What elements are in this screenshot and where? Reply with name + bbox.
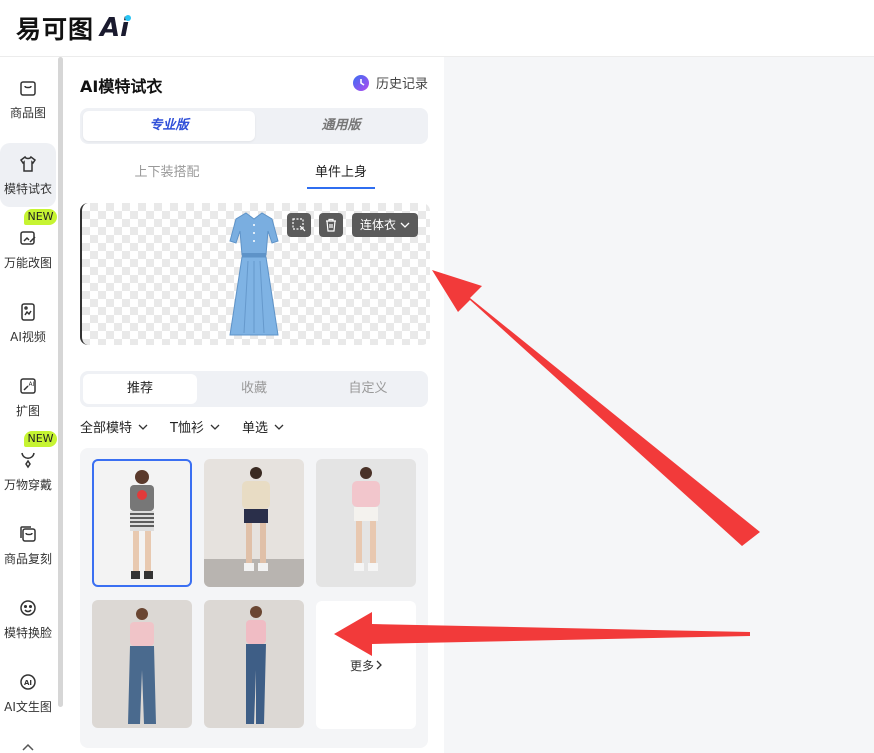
sidebar-item-label: 模特试衣 [3,181,52,196]
tab-recommended[interactable]: 推荐 [83,374,197,404]
copy-bag-icon [20,525,36,542]
sidebar-item-label: 商品图 [9,105,46,120]
sidebar-item-label: AI文生图 [4,699,52,714]
sidebar-item-product-image[interactable]: 商品图 [0,67,56,131]
garment-upload-area[interactable]: 连体衣 [80,203,430,345]
more-models-button[interactable]: 更多 [316,601,416,729]
panel-title: AI模特试衣 [80,77,163,96]
delete-button[interactable] [319,213,343,237]
version-tabs: 专业版 通用版 [80,108,428,144]
tryon-panel: AI模特试衣 历史记录 专业版 通用版 上下装搭配 单件上身 连体衣 推荐 收藏… [64,57,444,753]
filter-selection-mode[interactable]: 单选 [242,417,284,436]
necklace-icon [21,452,35,468]
tab-favorites[interactable]: 收藏 [197,374,311,404]
ai-circle-icon: AI [20,673,36,690]
model-filters: 全部模特 T恤衫 单选 [80,417,284,436]
model-photo [246,606,266,724]
sidebar-item-label: 模特换脸 [3,625,52,640]
svg-text:AI: AI [24,679,32,687]
sidebar-item-face-swap[interactable]: 模特换脸 [0,587,56,651]
garment-type-select[interactable]: 连体衣 [352,213,419,237]
model-photo [128,608,156,724]
sidebar-item-model-tryon[interactable]: 模特试衣 [0,143,56,207]
sidebar-item-label: 商品复刻 [3,551,52,566]
trash-icon [326,218,336,232]
active-tab-indicator [307,187,375,189]
tab-top-bottom-match[interactable]: 上下装搭配 [102,161,232,180]
sidebar-item-ai-text-to-image[interactable]: AI AI文生图 [0,661,56,725]
more-label: 更多 [349,658,374,673]
edit-image-icon [20,230,36,245]
model-tabs: 推荐 收藏 自定义 [80,371,428,407]
model-thumbnail[interactable] [204,459,304,587]
sidebar-item-label: 扩图 [15,403,40,418]
model-photo [130,470,154,579]
chevron-down-icon [138,424,148,430]
sidebar-item-universal-edit[interactable]: 万能改图 [0,217,56,281]
tab-single-piece[interactable]: 单件上身 [276,161,406,180]
video-doc-icon [21,302,35,321]
top-bar: 易可图 Ai [0,0,874,57]
chevron-down-icon [400,222,410,228]
preview-workspace [444,57,874,753]
tab-pro-version[interactable]: 专业版 [83,111,255,141]
ai-logo-icon: Ai [100,13,132,43]
model-photo [352,467,380,571]
select-area-icon [292,218,306,232]
face-icon [20,599,36,616]
tab-general-version[interactable]: 通用版 [255,111,427,141]
svg-text:AI: AI [29,381,35,388]
logo-text: 易可图 [16,15,95,44]
garment-image [229,212,279,336]
brand-logo[interactable]: 易可图 Ai [16,10,132,46]
chevron-right-icon [376,660,382,670]
model-thumbnail[interactable] [92,459,192,587]
sidebar-item-expand[interactable]: AI 扩图 [0,365,56,429]
bag-icon [20,80,36,96]
chevron-up-icon[interactable] [22,743,34,751]
chevron-down-icon [274,424,284,430]
sidebar: 商品图 模特试衣 NEW 万能改图 AI视频 AI 扩图 NEW 万物穿戴 商品… [0,57,65,753]
sidebar-item-label: 万能改图 [3,255,52,270]
expand-image-icon: AI [20,377,36,394]
filter-all-models[interactable]: 全部模特 [80,417,148,436]
filter-garment-category[interactable]: T恤衫 [170,417,220,436]
clock-icon [352,74,369,91]
tab-custom[interactable]: 自定义 [311,374,425,404]
sidebar-item-label: 万物穿戴 [3,477,52,492]
model-thumbnail[interactable] [92,600,192,728]
history-label: 历史记录 [375,77,428,92]
tshirt-icon [19,155,37,172]
sidebar-item-label: AI视频 [10,329,46,344]
model-thumbnail[interactable] [204,600,304,728]
chevron-down-icon [210,424,220,430]
select-area-button[interactable] [287,213,311,237]
sidebar-item-ai-video[interactable]: AI视频 [0,291,56,355]
sidebar-item-wear-anything[interactable]: 万物穿戴 [0,439,56,503]
sidebar-item-product-replicate[interactable]: 商品复刻 [0,513,56,577]
model-photo [204,467,304,587]
garment-type-label: 连体衣 [360,218,397,232]
model-thumbnail[interactable] [316,459,416,587]
sidebar-scrollbar[interactable] [58,57,63,707]
history-button[interactable]: 历史记录 [352,73,428,92]
